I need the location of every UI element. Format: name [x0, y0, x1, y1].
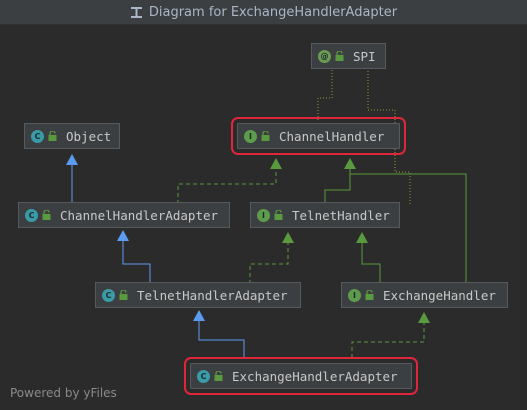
node-label: ChannelHandler	[279, 128, 385, 144]
lock-icon	[214, 371, 223, 381]
class-kind-icon: C	[25, 208, 38, 222]
node-label: ExchangeHandler	[383, 287, 496, 303]
lock-icon	[261, 131, 270, 141]
class-kind-icon: C	[197, 369, 210, 383]
interface-kind-icon: I	[244, 129, 257, 143]
edge-channelhandler-arrow-green	[344, 158, 356, 169]
edge-eh-th	[361, 242, 381, 284]
node-telnet-handler-adapter[interactable]: C TelnetHandlerAdapter	[95, 282, 301, 308]
node-exchange-handler-adapter[interactable]: C ExchangeHandlerAdapter	[184, 357, 418, 395]
node-telnet-handler[interactable]: I TelnetHandler	[250, 202, 400, 228]
lock-icon	[365, 290, 374, 300]
node-exchange-handler[interactable]: I ExchangeHandler	[341, 282, 508, 308]
node-label: Object	[66, 128, 112, 144]
edge-tha-th	[249, 242, 289, 284]
edge-tha-cha-arrow	[117, 230, 129, 241]
lock-icon	[42, 210, 51, 220]
edge-eha-eh	[351, 322, 425, 358]
edge-cha-object-arrow	[66, 154, 78, 165]
edge-tha-th-arrow	[282, 232, 294, 243]
edge-tha-cha	[122, 238, 151, 284]
lock-icon	[335, 51, 344, 61]
lock-icon	[48, 131, 57, 141]
lock-icon	[119, 290, 128, 300]
node-label: TelnetHandler	[292, 207, 390, 223]
edge-th-channelhandler	[324, 166, 351, 204]
node-label: ChannelHandlerAdapter	[60, 207, 219, 223]
window-titlebar: Diagram for ExchangeHandlerAdapter	[0, 0, 527, 25]
diagram-canvas[interactable]: @ SPI C Object I ChannelHandler C Channe…	[0, 24, 527, 410]
class-kind-icon: C	[102, 288, 115, 302]
node-label: SPI	[353, 48, 376, 64]
lock-icon	[274, 210, 283, 220]
edge-eha-eh-arrow	[418, 312, 430, 323]
node-channel-handler[interactable]: I ChannelHandler	[231, 117, 406, 155]
annotation-kind-icon: @	[318, 49, 331, 63]
edge-eh-th-arrow	[356, 232, 368, 243]
edge-eha-tha	[198, 318, 245, 358]
node-label: TelnetHandlerAdapter	[137, 287, 288, 303]
class-kind-icon: C	[31, 129, 44, 143]
edge-eha-tha-arrow	[193, 310, 205, 321]
edge-cha-channelhandler	[177, 166, 277, 204]
window-title: Diagram for ExchangeHandlerAdapter	[148, 4, 398, 20]
node-spi[interactable]: @ SPI	[311, 43, 386, 69]
node-object[interactable]: C Object	[24, 123, 120, 149]
edge-cha-channelhandler-arrow	[270, 158, 282, 169]
edge-channelhandler-spi	[317, 66, 333, 120]
diagram-icon	[130, 6, 143, 19]
interface-kind-icon: I	[348, 288, 361, 302]
interface-kind-icon: I	[257, 208, 270, 222]
node-channel-handler-adapter[interactable]: C ChannelHandlerAdapter	[18, 202, 230, 228]
node-label: ExchangeHandlerAdapter	[232, 368, 398, 384]
edge-eh-channelhandler	[350, 173, 467, 284]
powered-by-label: Powered by yFiles	[10, 386, 117, 400]
